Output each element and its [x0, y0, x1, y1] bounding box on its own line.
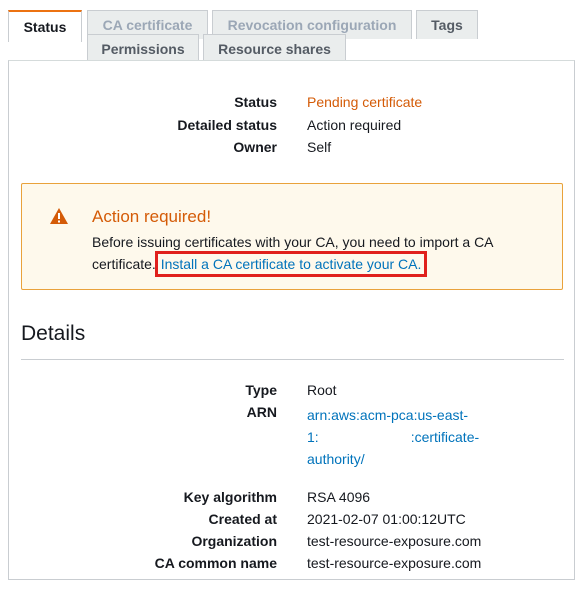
warning-icon	[49, 206, 69, 226]
tab-resource-shares[interactable]: Resource shares	[203, 34, 346, 63]
detailed-status-value: Action required	[307, 117, 402, 133]
key-algorithm-label: Key algorithm	[183, 489, 277, 505]
details-heading: Details	[21, 322, 86, 345]
arn-value[interactable]: arn:aws:acm-pca:us-east- 1: :certificate-…	[307, 404, 507, 470]
created-at-label: Created at	[208, 511, 277, 527]
tab-resource-shares-label: Resource shares	[218, 41, 331, 57]
tab-tags-label: Tags	[431, 17, 463, 33]
tab-revocation-label: Revocation configuration	[227, 17, 397, 33]
alert-body-line1: Before issuing certificates with your CA…	[92, 234, 494, 250]
owner-label: Owner	[233, 139, 277, 155]
created-at-value: 2021-02-07 01:00:12UTC	[307, 511, 466, 527]
action-required-alert: Action required! Before issuing certific…	[21, 183, 563, 290]
status-label: Status	[234, 94, 277, 110]
arn-line1: arn:aws:acm-pca:us-east-	[307, 407, 469, 423]
tab-ca-certificate-label: CA certificate	[102, 17, 193, 33]
tab-status-label: Status	[23, 19, 67, 35]
organization-label: Organization	[191, 533, 277, 549]
arn-line3: authority/	[307, 451, 365, 467]
alert-body-prefix: certificate.	[92, 256, 156, 272]
arn-label: ARN	[246, 404, 277, 420]
organization-value: test-resource-exposure.com	[307, 533, 482, 549]
tab-tags[interactable]: Tags	[416, 10, 478, 39]
tab-permissions-label: Permissions	[101, 41, 185, 57]
arn-line2b: :certificate-	[410, 429, 480, 445]
owner-value: Self	[307, 139, 332, 155]
key-algorithm-value: RSA 4096	[307, 489, 371, 505]
type-value: Root	[307, 382, 337, 398]
ca-common-name-label: CA common name	[154, 555, 277, 571]
alert-body: Before issuing certificates with your CA…	[92, 231, 522, 277]
install-ca-certificate-link[interactable]: Install a CA certificate to activate you…	[154, 251, 428, 277]
tab-status[interactable]: Status	[8, 10, 82, 42]
detailed-status-label: Detailed status	[177, 117, 277, 133]
details-divider	[21, 359, 564, 360]
arn-line2: 1:	[307, 429, 319, 445]
alert-title: Action required!	[92, 207, 212, 226]
status-panel	[8, 60, 575, 580]
ca-common-name-value: test-resource-exposure.com	[307, 555, 482, 571]
status-value: Pending certificate	[307, 94, 423, 110]
type-label: Type	[245, 382, 277, 398]
tab-permissions[interactable]: Permissions	[87, 34, 199, 63]
